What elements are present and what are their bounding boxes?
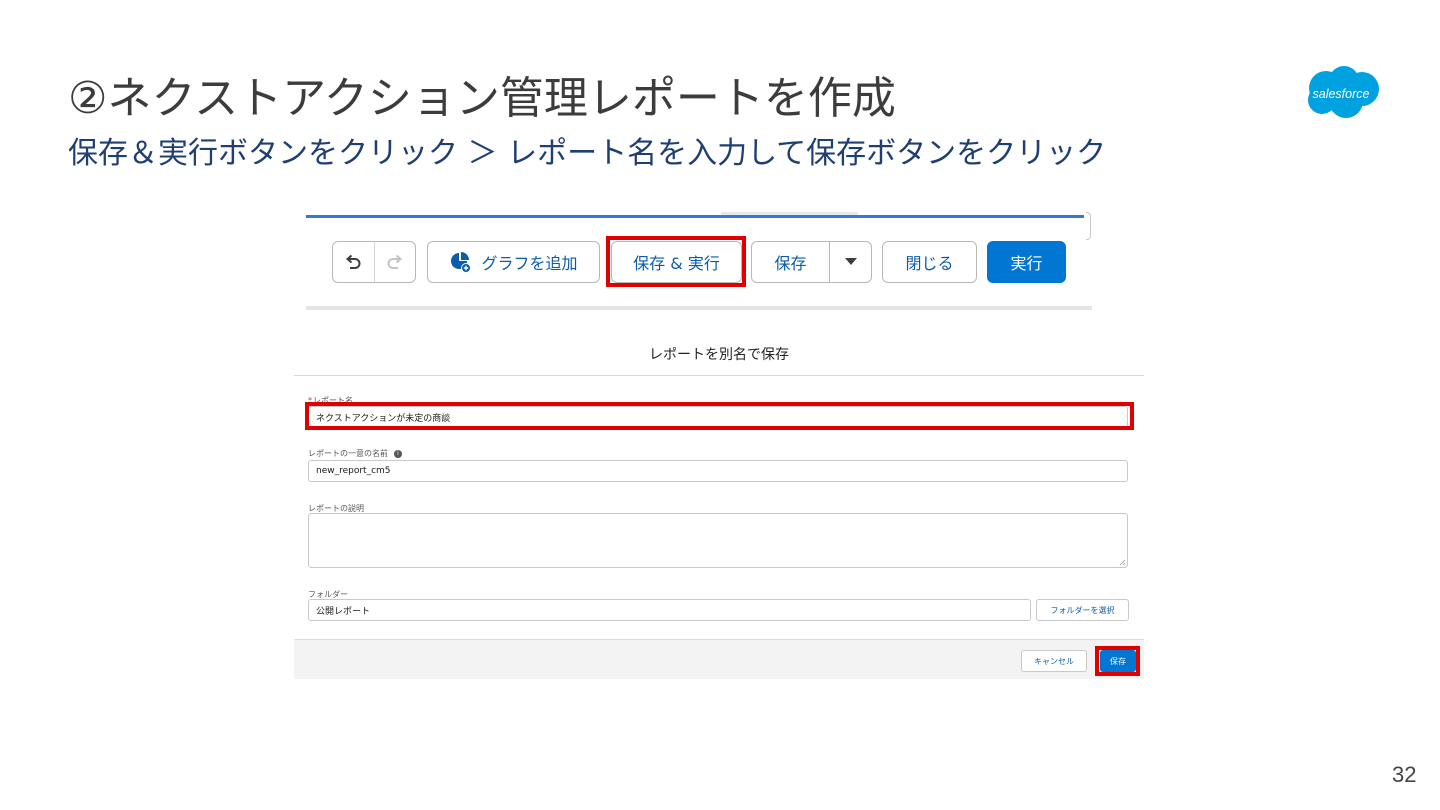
run-button[interactable]: 実行 xyxy=(987,241,1066,283)
toolbar-edge xyxy=(1086,212,1091,240)
salesforce-logo: salesforce xyxy=(1308,66,1379,118)
close-button[interactable]: 閉じる xyxy=(882,241,977,283)
caret-down-icon xyxy=(844,258,857,265)
dialog-title: レポートを別名で保存 xyxy=(649,347,789,363)
undo-icon xyxy=(346,254,361,269)
undo-redo-group xyxy=(332,241,416,283)
redo-icon xyxy=(387,254,402,269)
save-button[interactable]: 保存 xyxy=(752,242,829,282)
unique-name-value: new_report_cm5 xyxy=(316,466,391,476)
add-chart-label: グラフを追加 xyxy=(481,254,578,273)
dialog-divider xyxy=(294,375,1144,376)
unique-name-label-text: レポートの一意の名前 xyxy=(308,449,388,458)
close-label: 閉じる xyxy=(905,254,954,273)
cancel-button[interactable]: キャンセル xyxy=(1021,650,1087,672)
folder-input[interactable]: 公開レポート xyxy=(308,599,1031,621)
save-and-run-highlight xyxy=(606,236,746,287)
toolbar-tab-indicator xyxy=(721,212,858,215)
select-folder-button[interactable]: フォルダーを選択 xyxy=(1036,599,1129,621)
save-button-group: 保存 xyxy=(751,241,872,283)
toolbar-top-border xyxy=(306,215,1084,218)
svg-text:salesforce: salesforce xyxy=(1313,87,1370,101)
folder-value: 公開レポート xyxy=(316,606,371,617)
save-as-dialog-screenshot: レポートを別名で保存 * レポート名 ネクストアクションが未定の商談 レポートの… xyxy=(294,330,1144,679)
save-dropdown-button[interactable] xyxy=(829,242,871,282)
page-number: 32 xyxy=(1392,762,1417,787)
report-toolbar-screenshot: グラフを追加 保存 & 実行 保存 閉じる 実行 xyxy=(306,212,1092,312)
report-name-highlight xyxy=(305,402,1134,430)
dialog-save-highlight xyxy=(1095,646,1140,676)
toolbar-bottom-border xyxy=(306,306,1092,310)
slide-subtitle: 保存＆実行ボタンをクリック ＞ レポート名を入力して保存ボタンをクリック xyxy=(68,136,1107,171)
resize-handle-icon[interactable] xyxy=(1119,559,1125,565)
info-icon[interactable]: i xyxy=(394,449,402,458)
add-chart-button[interactable]: グラフを追加 xyxy=(427,241,600,283)
slide-title: ②ネクストアクション管理レポートを作成 xyxy=(68,73,896,124)
run-label: 実行 xyxy=(1010,254,1043,273)
select-folder-label: フォルダーを選択 xyxy=(1050,605,1115,615)
unique-name-label: レポートの一意の名前 i xyxy=(308,448,402,459)
save-label: 保存 xyxy=(774,254,807,273)
unique-name-input[interactable]: new_report_cm5 xyxy=(308,460,1128,482)
undo-button[interactable] xyxy=(333,242,374,282)
chart-add-icon xyxy=(451,252,472,273)
redo-button[interactable] xyxy=(373,242,416,282)
description-textarea[interactable] xyxy=(308,513,1128,568)
cancel-label: キャンセル xyxy=(1034,656,1074,666)
dialog-footer: キャンセル 保存 xyxy=(294,639,1144,679)
